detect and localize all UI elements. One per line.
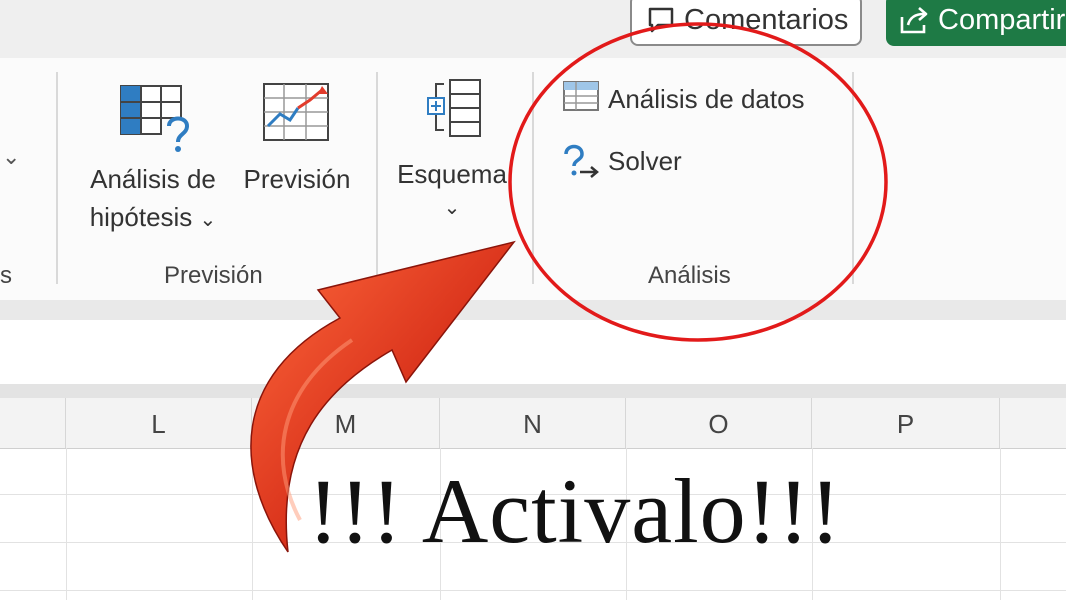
highlight-circle [508, 22, 888, 342]
activalo-caption: !!! Activalo!!! [308, 460, 842, 562]
